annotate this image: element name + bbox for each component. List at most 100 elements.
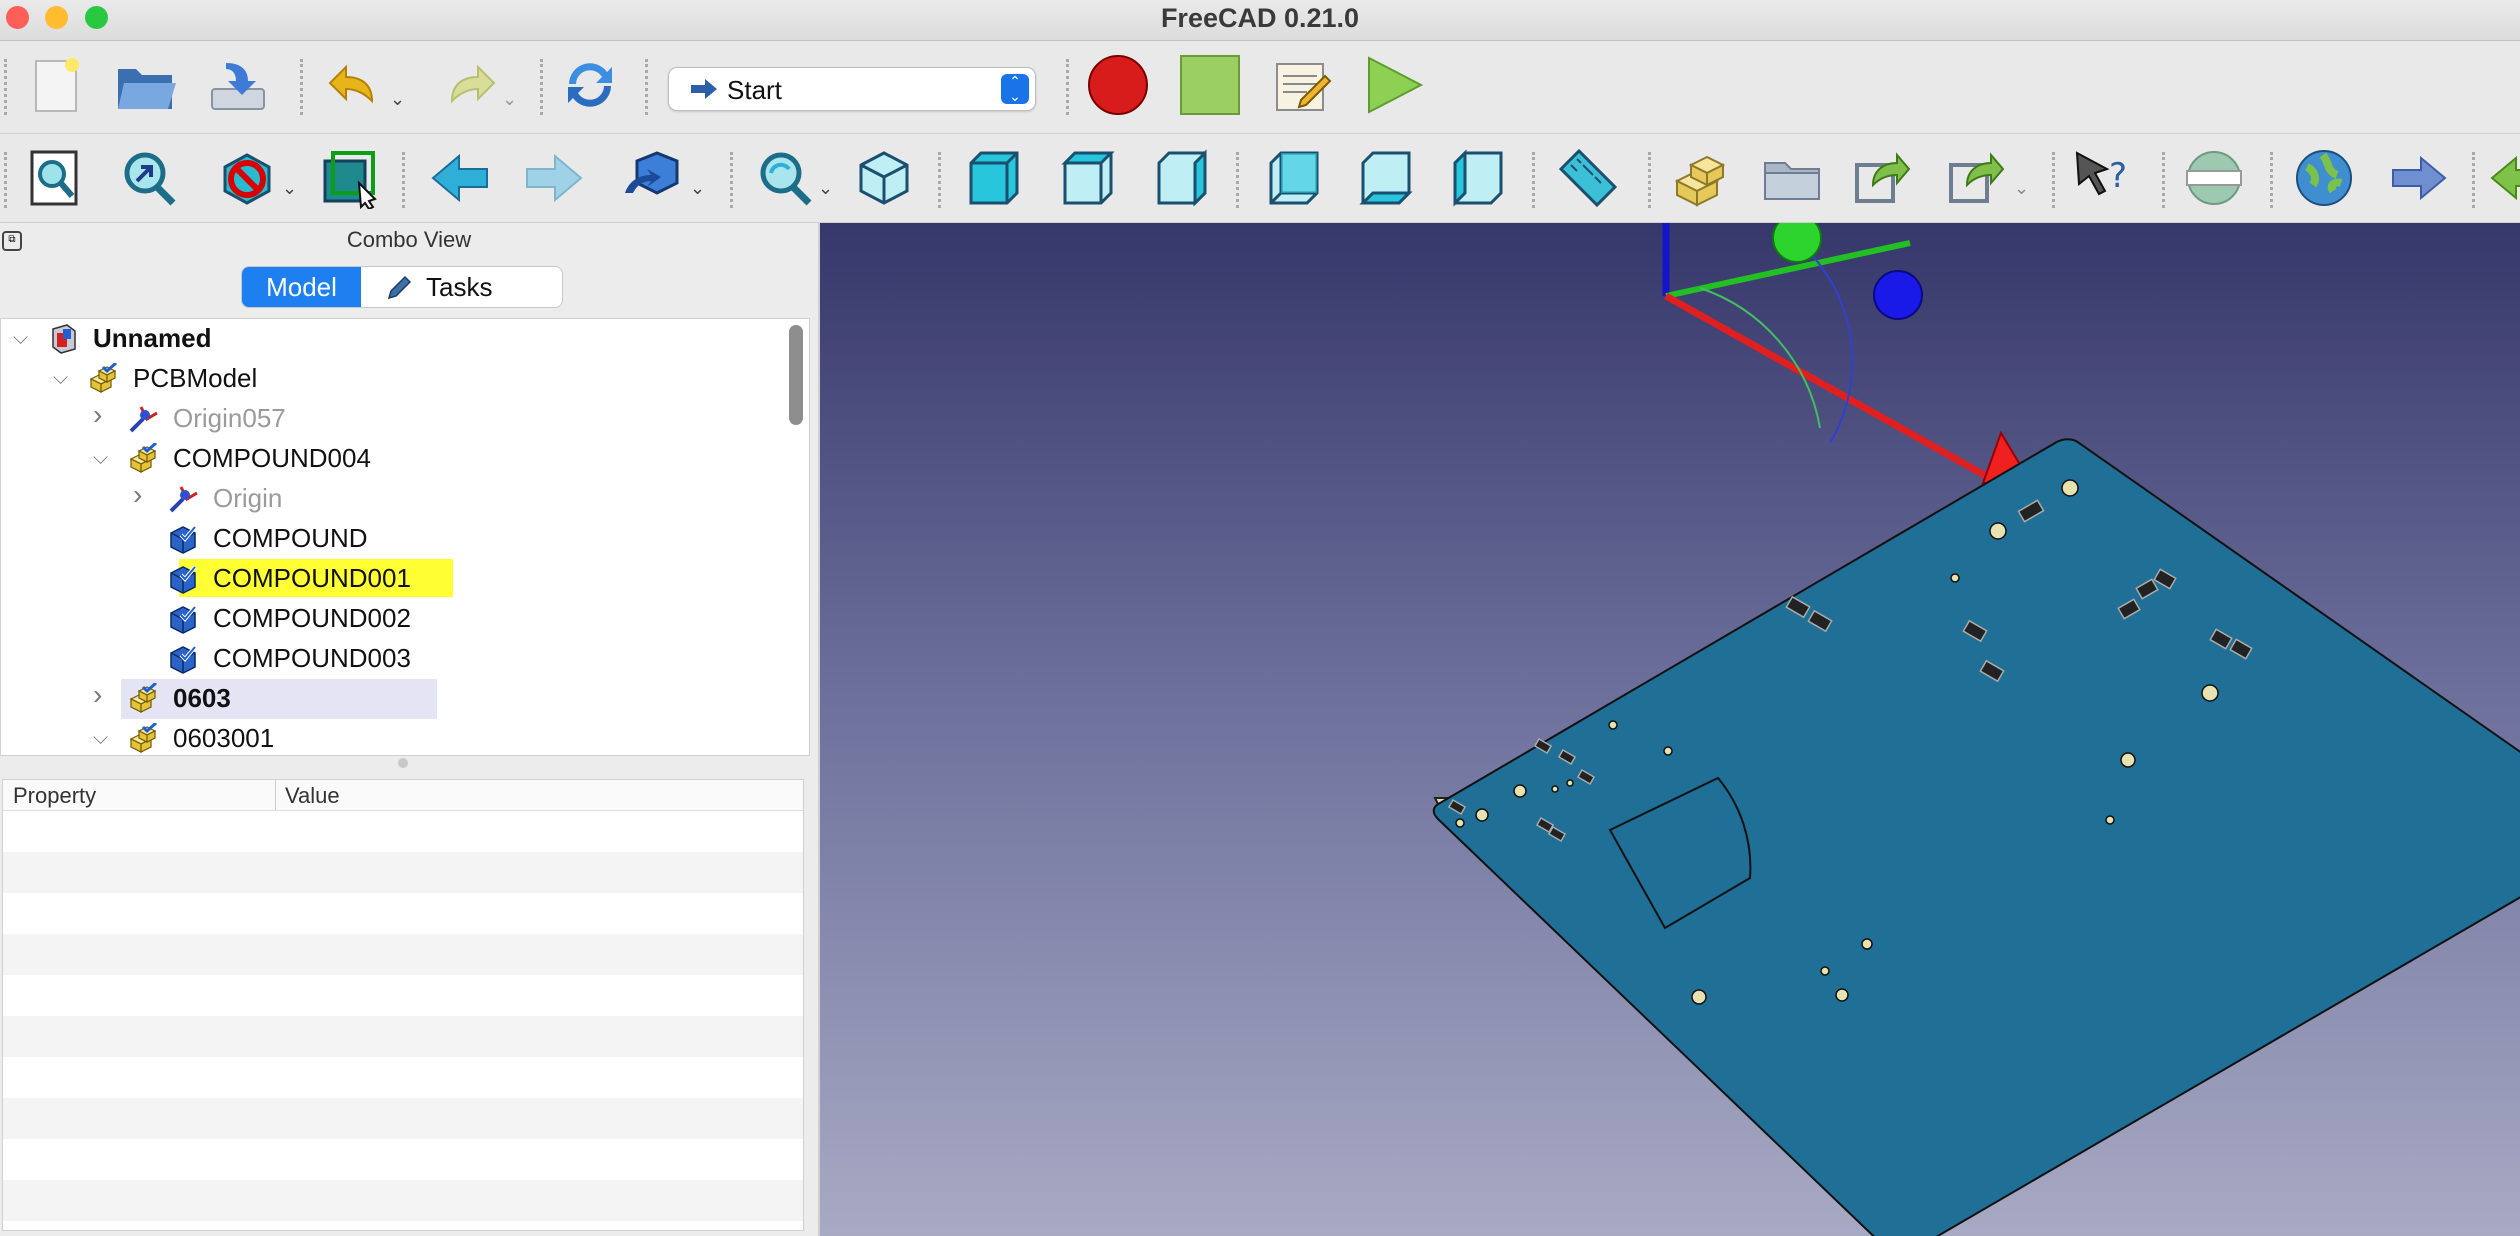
tree-item[interactable]: › Origin bbox=[1, 479, 781, 519]
back-view-icon[interactable] bbox=[428, 146, 492, 210]
property-row bbox=[3, 852, 803, 893]
property-row bbox=[3, 975, 803, 1016]
left-view-icon[interactable] bbox=[1446, 146, 1510, 210]
open-folder-icon[interactable] bbox=[114, 53, 178, 117]
redo-icon[interactable] bbox=[436, 53, 500, 117]
rear-view-icon[interactable] bbox=[1262, 146, 1326, 210]
toolbar-separator bbox=[402, 152, 405, 208]
tree-item[interactable]: › 0603 bbox=[1, 679, 781, 719]
draw-style-chevron-icon[interactable]: ⌄ bbox=[282, 178, 297, 199]
combo-view-tabs: Model Tasks bbox=[241, 266, 563, 308]
toolbar-separator bbox=[938, 152, 941, 208]
sync-view-icon[interactable] bbox=[620, 146, 684, 210]
value-column-header[interactable]: Value bbox=[285, 783, 340, 809]
toolbar-separator bbox=[1236, 152, 1239, 208]
undo-icon[interactable] bbox=[324, 53, 388, 117]
expanded-chevron-icon[interactable]: ⌵ bbox=[93, 447, 108, 470]
tree-item[interactable]: COMPOUND003 bbox=[1, 639, 781, 679]
part-icon bbox=[127, 441, 159, 475]
document-icon bbox=[47, 323, 79, 355]
view-zoom-icon[interactable] bbox=[752, 146, 816, 210]
property-row bbox=[3, 1098, 803, 1139]
toolbar-separator bbox=[1532, 152, 1535, 208]
toolbar-separator bbox=[2472, 152, 2475, 208]
view-zoom-chevron-icon[interactable]: ⌄ bbox=[818, 178, 833, 199]
macro-edit-icon[interactable] bbox=[1270, 53, 1334, 117]
group-icon[interactable] bbox=[1760, 146, 1824, 210]
refresh-icon[interactable] bbox=[558, 53, 622, 117]
workbench-selector[interactable]: Start ⌃ ⌄ bbox=[668, 67, 1036, 111]
link-actions-chevron-icon[interactable]: ⌄ bbox=[2014, 178, 2029, 199]
tree-item[interactable]: ⌵ PCBModel bbox=[1, 359, 781, 399]
bottom-view-icon[interactable] bbox=[1354, 146, 1418, 210]
bounding-box-icon[interactable] bbox=[318, 146, 382, 210]
compound-icon bbox=[167, 563, 199, 595]
tree-scrollbar[interactable] bbox=[789, 325, 803, 425]
expanded-chevron-icon[interactable]: ⌵ bbox=[53, 367, 68, 390]
window-title: FreeCAD 0.21.0 bbox=[1160, 3, 1360, 33]
new-document-icon[interactable] bbox=[24, 53, 88, 117]
fit-selection-icon[interactable] bbox=[116, 146, 180, 210]
title-bar: FreeCAD 0.21.0 bbox=[0, 0, 2520, 41]
model-tree[interactable]: ⌵ Unnamed ⌵ PCBModel › Origin057 ⌵ COMPOUND004 ›… bbox=[0, 318, 810, 756]
tree-item[interactable]: COMPOUND002 bbox=[1, 599, 781, 639]
measure-distance-icon[interactable] bbox=[1556, 146, 1620, 210]
draw-style-icon[interactable] bbox=[214, 146, 278, 210]
tree-item[interactable]: ⌵ COMPOUND004 bbox=[1, 439, 781, 479]
forward-view-icon[interactable] bbox=[522, 146, 586, 210]
tree-item[interactable]: › Origin057 bbox=[1, 399, 781, 439]
toolbar-grip[interactable] bbox=[4, 59, 7, 115]
axis-gizmo[interactable] bbox=[1662, 223, 2033, 484]
expanded-chevron-icon[interactable]: ⌵ bbox=[13, 327, 28, 350]
expanded-chevron-icon[interactable]: ⌵ bbox=[93, 727, 108, 750]
tree-item[interactable]: COMPOUND bbox=[1, 519, 781, 559]
collapsed-chevron-icon[interactable]: › bbox=[133, 479, 142, 511]
file-toolbar: ⌄ ⌄ Start ⌃ ⌄ bbox=[0, 41, 2520, 134]
toolbar-separator bbox=[2162, 152, 2165, 208]
tree-item[interactable]: ⌵ Unnamed bbox=[1, 319, 781, 359]
fit-all-icon[interactable] bbox=[22, 146, 86, 210]
toolbar-grip[interactable] bbox=[4, 152, 7, 208]
tree-item-label: Unnamed bbox=[93, 323, 212, 353]
tree-item-label: Origin057 bbox=[173, 403, 286, 433]
tree-item[interactable]: COMPOUND001 bbox=[1, 559, 781, 599]
right-view-icon[interactable] bbox=[1150, 146, 1214, 210]
svg-text:?: ? bbox=[2109, 156, 2127, 196]
redo-dropdown-chevron-icon[interactable]: ⌄ bbox=[502, 89, 517, 110]
save-icon[interactable] bbox=[206, 53, 270, 117]
macro-run-icon[interactable] bbox=[1362, 53, 1426, 117]
y-axis-handle[interactable] bbox=[1772, 223, 1822, 263]
front-view-icon[interactable] bbox=[962, 146, 1026, 210]
tab-tasks[interactable]: Tasks bbox=[362, 267, 562, 307]
property-row bbox=[3, 1139, 803, 1180]
part-icon[interactable] bbox=[1670, 146, 1734, 210]
tab-model[interactable]: Model bbox=[242, 267, 361, 307]
web-home-icon[interactable] bbox=[2292, 146, 2356, 210]
3d-viewport[interactable] bbox=[820, 223, 2520, 1236]
toolbar-separator bbox=[1648, 152, 1651, 208]
tree-item[interactable]: ⌵ 0603001 bbox=[1, 719, 781, 755]
workbench-selector-chevron-icon[interactable]: ⌃ ⌄ bbox=[1001, 74, 1029, 104]
collapsed-chevron-icon[interactable]: › bbox=[93, 679, 102, 711]
property-column-header[interactable]: Property bbox=[13, 783, 96, 809]
z-axis-handle[interactable] bbox=[1873, 270, 1923, 320]
link-icon[interactable] bbox=[1850, 146, 1914, 210]
undo-dropdown-chevron-icon[interactable]: ⌄ bbox=[390, 89, 405, 110]
macro-stop-icon[interactable] bbox=[1178, 53, 1242, 117]
top-view-icon[interactable] bbox=[1056, 146, 1120, 210]
link-actions-icon[interactable] bbox=[1944, 146, 2008, 210]
whats-this-icon[interactable]: ? bbox=[2070, 146, 2134, 210]
tree-item-label: PCBModel bbox=[133, 363, 258, 393]
isometric-view-icon[interactable] bbox=[852, 146, 916, 210]
web-navigation-icon[interactable] bbox=[2182, 146, 2246, 210]
macro-record-icon[interactable] bbox=[1086, 53, 1150, 117]
web-back-icon[interactable] bbox=[2488, 146, 2520, 210]
compound-icon bbox=[167, 643, 199, 675]
part-icon bbox=[87, 361, 119, 395]
pcb-model[interactable] bbox=[1432, 438, 2520, 1236]
panel-splitter-handle[interactable] bbox=[398, 758, 408, 768]
sync-view-chevron-icon[interactable]: ⌄ bbox=[690, 178, 705, 199]
collapsed-chevron-icon[interactable]: › bbox=[93, 399, 102, 431]
tree-item-label: COMPOUND003 bbox=[213, 643, 411, 673]
web-forward-icon[interactable] bbox=[2386, 146, 2450, 210]
